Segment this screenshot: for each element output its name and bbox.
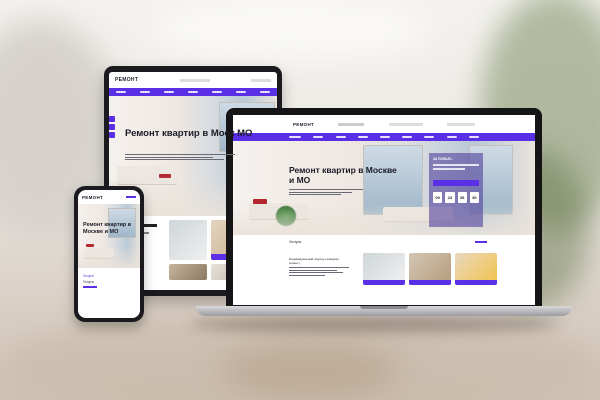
laptop-hero-title: Ремонт квартир в Москве и МО	[289, 165, 397, 185]
laptop-nav[interactable]	[233, 133, 535, 141]
laptop-address-info	[388, 122, 423, 126]
phone-header: РЕМОНТ	[78, 190, 140, 204]
tablet-logo[interactable]: РЕМОНТ	[115, 77, 138, 83]
phone-hero: Ремонт квартир в Москве и МО	[78, 204, 140, 268]
phone-device: РЕМОНТ Ремонт квартир в Москве и МО Услу…	[74, 186, 144, 322]
offer-button[interactable]	[433, 180, 479, 186]
tablet-hero-title: Ремонт квартир в Моск МО	[125, 128, 253, 139]
laptop-screen: РЕМОНТ Ремонт квартир в Москве и МО ЗА П…	[233, 115, 535, 305]
laptop-header: РЕМОНТ	[233, 115, 535, 133]
phone-menu-button[interactable]	[126, 196, 136, 198]
phone-body: Услуги Услуги	[78, 268, 140, 318]
laptop-card[interactable]	[455, 253, 497, 285]
phone-menu-item[interactable]: Услуги	[83, 280, 135, 284]
tablet-header: РЕМОНТ	[109, 72, 277, 88]
phone-menu-item[interactable]: Услуги	[83, 274, 135, 278]
tablet-hero-text	[125, 154, 235, 162]
laptop-card[interactable]	[409, 253, 451, 285]
laptop-hero-text	[289, 189, 363, 197]
services-all-link[interactable]	[475, 241, 487, 243]
offer-timer: 00 23 35 30	[433, 192, 479, 203]
tablet-nav[interactable]	[109, 88, 277, 96]
laptop-notch	[360, 306, 408, 309]
tablet-card[interactable]	[169, 220, 207, 260]
phone-hero-title: Ремонт квартир в Москве и МО	[83, 222, 132, 235]
laptop-hero: Ремонт квартир в Москве и МО ЗА ПОЛЬЗУ..…	[233, 141, 535, 235]
laptop-offer-panel: ЗА ПОЛЬЗУ... 00 23 35 30	[429, 153, 483, 227]
phone-logo[interactable]: РЕМОНТ	[82, 195, 103, 200]
offer-headline: ЗА ПОЛЬЗУ...	[433, 157, 454, 161]
services-title: Услуги	[289, 239, 302, 244]
tablet-card[interactable]	[169, 264, 207, 280]
laptop-card[interactable]	[363, 253, 405, 285]
laptop-phone-info	[338, 122, 365, 126]
tablet-header-actions[interactable]	[250, 78, 271, 82]
tablet-side-widgets[interactable]	[109, 116, 115, 140]
laptop-services: Услуги Индивидуальный подход к каждому к…	[233, 235, 535, 305]
phone-screen: РЕМОНТ Ремонт квартир в Москве и МО Услу…	[78, 190, 140, 318]
laptop-header-actions[interactable]	[447, 122, 475, 126]
services-card-heading: Индивидуальный подход к каждому клиенту	[289, 257, 339, 265]
laptop-logo[interactable]: РЕМОНТ	[293, 122, 314, 127]
tablet-phone-info	[179, 78, 210, 82]
devices-shadow	[190, 316, 560, 332]
